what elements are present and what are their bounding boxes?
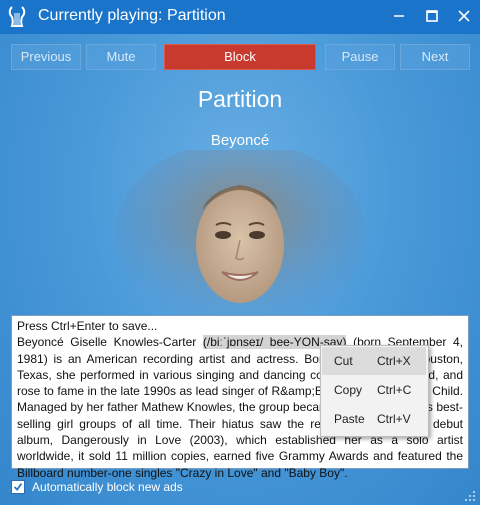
block-button[interactable]: Block — [164, 44, 316, 70]
menu-item-copy-label: Copy — [334, 383, 363, 397]
artist-portrait — [115, 150, 365, 315]
menu-item-cut[interactable]: Cut Ctrl+X — [322, 347, 426, 375]
next-button[interactable]: Next — [400, 44, 470, 70]
maximize-icon[interactable] — [421, 5, 443, 27]
menu-item-cut-label: Cut — [334, 354, 353, 368]
context-menu: Cut Ctrl+X Copy Ctrl+C Paste Ctrl+V — [320, 345, 429, 437]
menu-item-paste-shortcut: Ctrl+V — [377, 412, 411, 426]
menu-item-cut-shortcut: Ctrl+X — [377, 354, 411, 368]
menu-item-paste[interactable]: Paste Ctrl+V — [322, 405, 426, 433]
artist-name: Beyoncé — [210, 132, 270, 149]
auto-block-label[interactable]: Automatically block new ads — [32, 480, 183, 494]
menu-item-copy-shortcut: Ctrl+C — [377, 383, 412, 397]
minimize-icon[interactable] — [388, 5, 410, 27]
title-bar[interactable]: Currently playing: Partition — [0, 0, 480, 34]
app-window: Currently playing: Partition Previous Mu… — [0, 0, 480, 505]
menu-item-paste-label: Paste — [334, 412, 365, 426]
song-title: Partition — [197, 86, 283, 112]
pause-button[interactable]: Pause — [325, 44, 395, 70]
editor-hint: Press Ctrl+Enter to save... — [17, 319, 158, 333]
lyre-icon — [8, 6, 26, 27]
editor-text-before: Beyoncé Giselle Knowles-Carter — [17, 335, 203, 350]
previous-button[interactable]: Previous — [11, 44, 81, 70]
window-title: Currently playing: Partition — [38, 7, 226, 24]
resize-grip-icon[interactable] — [464, 490, 476, 502]
mute-button[interactable]: Mute — [86, 44, 156, 70]
auto-block-checkbox[interactable] — [11, 480, 25, 494]
close-icon[interactable] — [453, 5, 475, 27]
menu-item-copy[interactable]: Copy Ctrl+C — [322, 376, 426, 404]
